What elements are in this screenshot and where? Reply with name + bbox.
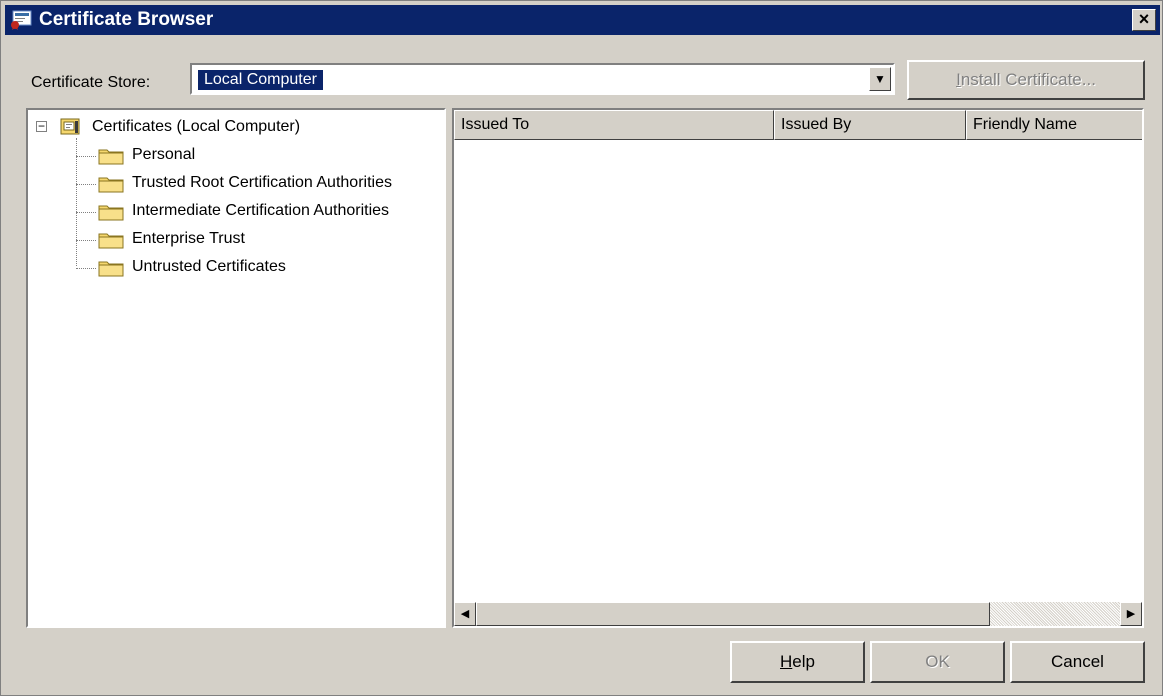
tree-item-label: Personal <box>132 146 196 163</box>
install-certificate-label: nstall Certificate... <box>960 70 1096 89</box>
tree-branch-line <box>76 156 96 157</box>
help-button[interactable]: Help <box>730 641 865 683</box>
chevron-down-icon: ▼ <box>874 72 886 86</box>
certificate-store-icon <box>60 118 80 135</box>
close-icon: × <box>1138 9 1150 29</box>
help-mnemonic: H <box>780 652 793 671</box>
tree-branch-line <box>76 184 96 185</box>
dropdown-arrow-button[interactable]: ▼ <box>869 67 891 91</box>
arrow-right-icon: ▶ <box>1126 608 1136 620</box>
tree-branch-line <box>76 240 96 241</box>
tree-item-label: Untrusted Certificates <box>132 258 286 275</box>
tree-item-label: Trusted Root Certification Authorities <box>132 174 392 191</box>
folder-icon <box>98 261 124 277</box>
certificate-app-icon <box>11 10 32 30</box>
certificate-list[interactable]: Issued To Issued By Friendly Name ◀ ▶ <box>452 108 1144 628</box>
certificate-browser-dialog: Certificate Browser × Certificate Store:… <box>0 0 1163 696</box>
column-header-issued-to[interactable]: Issued To <box>454 110 774 140</box>
tree-item-label: Intermediate Certification Authorities <box>132 202 390 219</box>
tree-item-label: Enterprise Trust <box>132 230 245 247</box>
scrollbar-track[interactable] <box>990 602 1120 626</box>
folder-icon <box>98 177 124 193</box>
collapse-icon[interactable]: − <box>36 120 47 132</box>
folder-icon <box>98 149 124 165</box>
certificate-store-dropdown[interactable]: Local Computer ▼ <box>190 63 895 95</box>
column-header-friendly-name[interactable]: Friendly Name <box>966 110 1142 140</box>
tree-branch-line <box>76 212 96 213</box>
certificate-tree[interactable]: − Certificates (Local Computer) Personal <box>26 108 446 628</box>
arrow-left-icon: ◀ <box>460 608 470 620</box>
tree-connector-line <box>76 138 77 266</box>
cancel-label: Cancel <box>1051 652 1104 671</box>
window-title: Certificate Browser <box>39 9 214 30</box>
folder-icon <box>98 205 124 221</box>
scroll-right-button[interactable]: ▶ <box>1120 602 1142 626</box>
tree-root-label: Certificates (Local Computer) <box>92 118 301 135</box>
title-bar[interactable]: Certificate Browser × <box>5 5 1160 35</box>
scroll-left-button[interactable]: ◀ <box>454 602 476 626</box>
ok-label: OK <box>925 652 950 671</box>
cancel-button[interactable]: Cancel <box>1010 641 1145 683</box>
tree-branch-line <box>76 268 96 269</box>
ok-button[interactable]: OK <box>870 641 1005 683</box>
folder-icon <box>98 233 124 249</box>
scrollbar-thumb[interactable] <box>476 602 990 626</box>
certificate-store-label: Certificate Store: <box>31 74 151 91</box>
close-button[interactable]: × <box>1132 9 1156 31</box>
horizontal-scrollbar[interactable]: ◀ ▶ <box>454 602 1142 626</box>
install-certificate-button[interactable]: Install Certificate... <box>907 60 1145 100</box>
help-label: elp <box>792 652 815 671</box>
certificate-store-selected-value: Local Computer <box>197 69 324 91</box>
column-header-issued-by[interactable]: Issued By <box>774 110 966 140</box>
